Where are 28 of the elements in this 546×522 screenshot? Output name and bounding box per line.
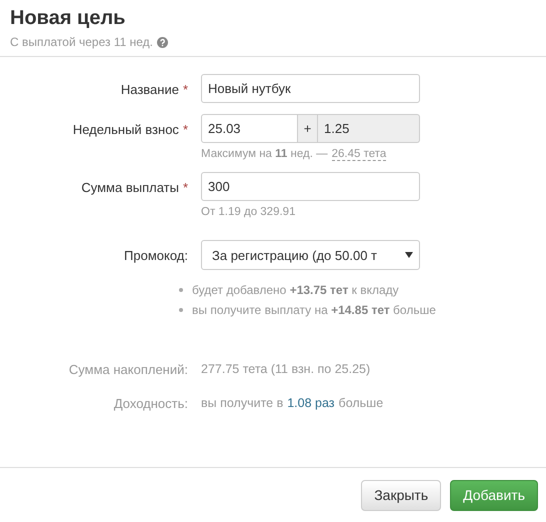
hint-text: Максимум на 11 нед. — bbox=[201, 148, 328, 161]
input-addon: + bbox=[298, 114, 318, 143]
promo-dropdown[interactable]: За регистрацию (до 50.00 т bbox=[201, 240, 420, 270]
dialog-title: Новая цель bbox=[10, 6, 126, 30]
dialog-subtitle: С выплатой через 11 нед. bbox=[10, 35, 153, 49]
caret-icon bbox=[405, 252, 413, 258]
bullet-text: вы получите выплату на +14.85 тет больше bbox=[192, 303, 436, 317]
field-label: Промокод: bbox=[124, 248, 188, 265]
field-label: Название bbox=[120, 82, 179, 99]
required-mark: * bbox=[182, 180, 188, 197]
summary-value: 277.75 тета (11 взн. по 25.25) bbox=[201, 362, 370, 377]
input-field[interactable]: 25.03 bbox=[201, 114, 298, 143]
summary-suffix: больше bbox=[338, 396, 384, 411]
hint-text: От 1.19 до 329.91 bbox=[201, 206, 296, 218]
summary-label: Доходность: bbox=[114, 396, 188, 411]
summary-label: Сумма накоплений: bbox=[68, 362, 188, 377]
field-label: Сумма выплаты bbox=[81, 180, 179, 197]
close-button[interactable]: Закрыть bbox=[361, 480, 442, 510]
summary-value: вы получите в bbox=[201, 396, 284, 411]
input-field[interactable]: 300 bbox=[201, 172, 420, 201]
ratio-value: 1.08 раз bbox=[287, 396, 335, 411]
input-field[interactable]: Новый нутбук bbox=[201, 74, 420, 103]
field-label: Недельный взнос bbox=[72, 122, 179, 139]
bullet-text: будет добавлено +13.75 тет к вкладу bbox=[192, 283, 399, 297]
required-mark: * bbox=[182, 122, 188, 139]
readonly-field: 1.25 bbox=[318, 114, 420, 143]
help-icon[interactable] bbox=[157, 36, 168, 48]
required-mark: * bbox=[182, 82, 188, 99]
